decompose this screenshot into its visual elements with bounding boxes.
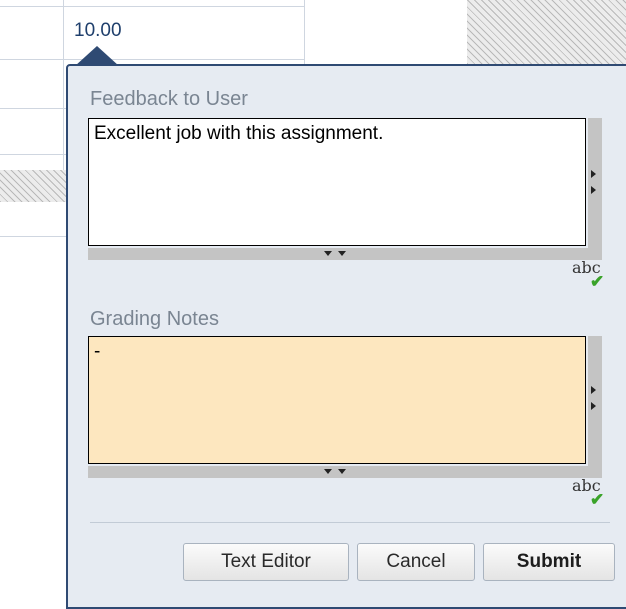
feedback-textarea[interactable]: Excellent job with this assignment. [88,118,586,246]
triangle-down-icon [338,251,346,256]
triangle-down-icon [324,251,332,256]
notes-vertical-resize-handle[interactable] [588,336,602,478]
triangle-down-icon [324,469,332,474]
grid-column-divider [63,0,64,170]
grid-column-divider [304,0,305,64]
triangle-right-icon [591,170,596,178]
triangle-right-icon [591,186,596,194]
cancel-button[interactable]: Cancel [357,543,475,581]
grading-notes-textarea[interactable]: - [88,336,586,464]
checkmark-icon: ✔ [590,490,605,509]
grid-row-divider [0,108,66,109]
popup-divider [90,522,610,523]
grade-cell-value[interactable]: 10.00 [74,20,122,42]
grid-disabled-cell [467,0,626,64]
popup-pointer [75,46,119,66]
feedback-editor: Excellent job with this assignment. abc … [88,118,604,291]
grid-row-divider [0,154,66,155]
grid-disabled-row [0,170,66,202]
triangle-right-icon [591,402,596,410]
grading-notes-editor: - abc ✔ [88,336,604,509]
feedback-spellcheck-button[interactable]: abc ✔ [572,258,612,292]
triangle-down-icon [338,469,346,474]
feedback-vertical-resize-handle[interactable] [588,118,602,260]
triangle-right-icon [591,386,596,394]
grading-notes-label: Grading Notes [90,308,219,330]
submit-button[interactable]: Submit [483,543,615,581]
grid-row-divider [0,59,304,60]
feedback-label: Feedback to User [90,88,248,110]
grid-row-divider [0,6,304,7]
feedback-popup: Feedback to User Excellent job with this… [66,64,626,609]
notes-horizontal-resize-handle[interactable] [88,466,588,478]
notes-spellcheck-button[interactable]: abc ✔ [572,476,612,510]
feedback-horizontal-resize-handle[interactable] [88,248,588,260]
text-editor-button[interactable]: Text Editor [183,543,349,581]
checkmark-icon: ✔ [590,272,605,291]
grid-row-divider [0,236,66,237]
